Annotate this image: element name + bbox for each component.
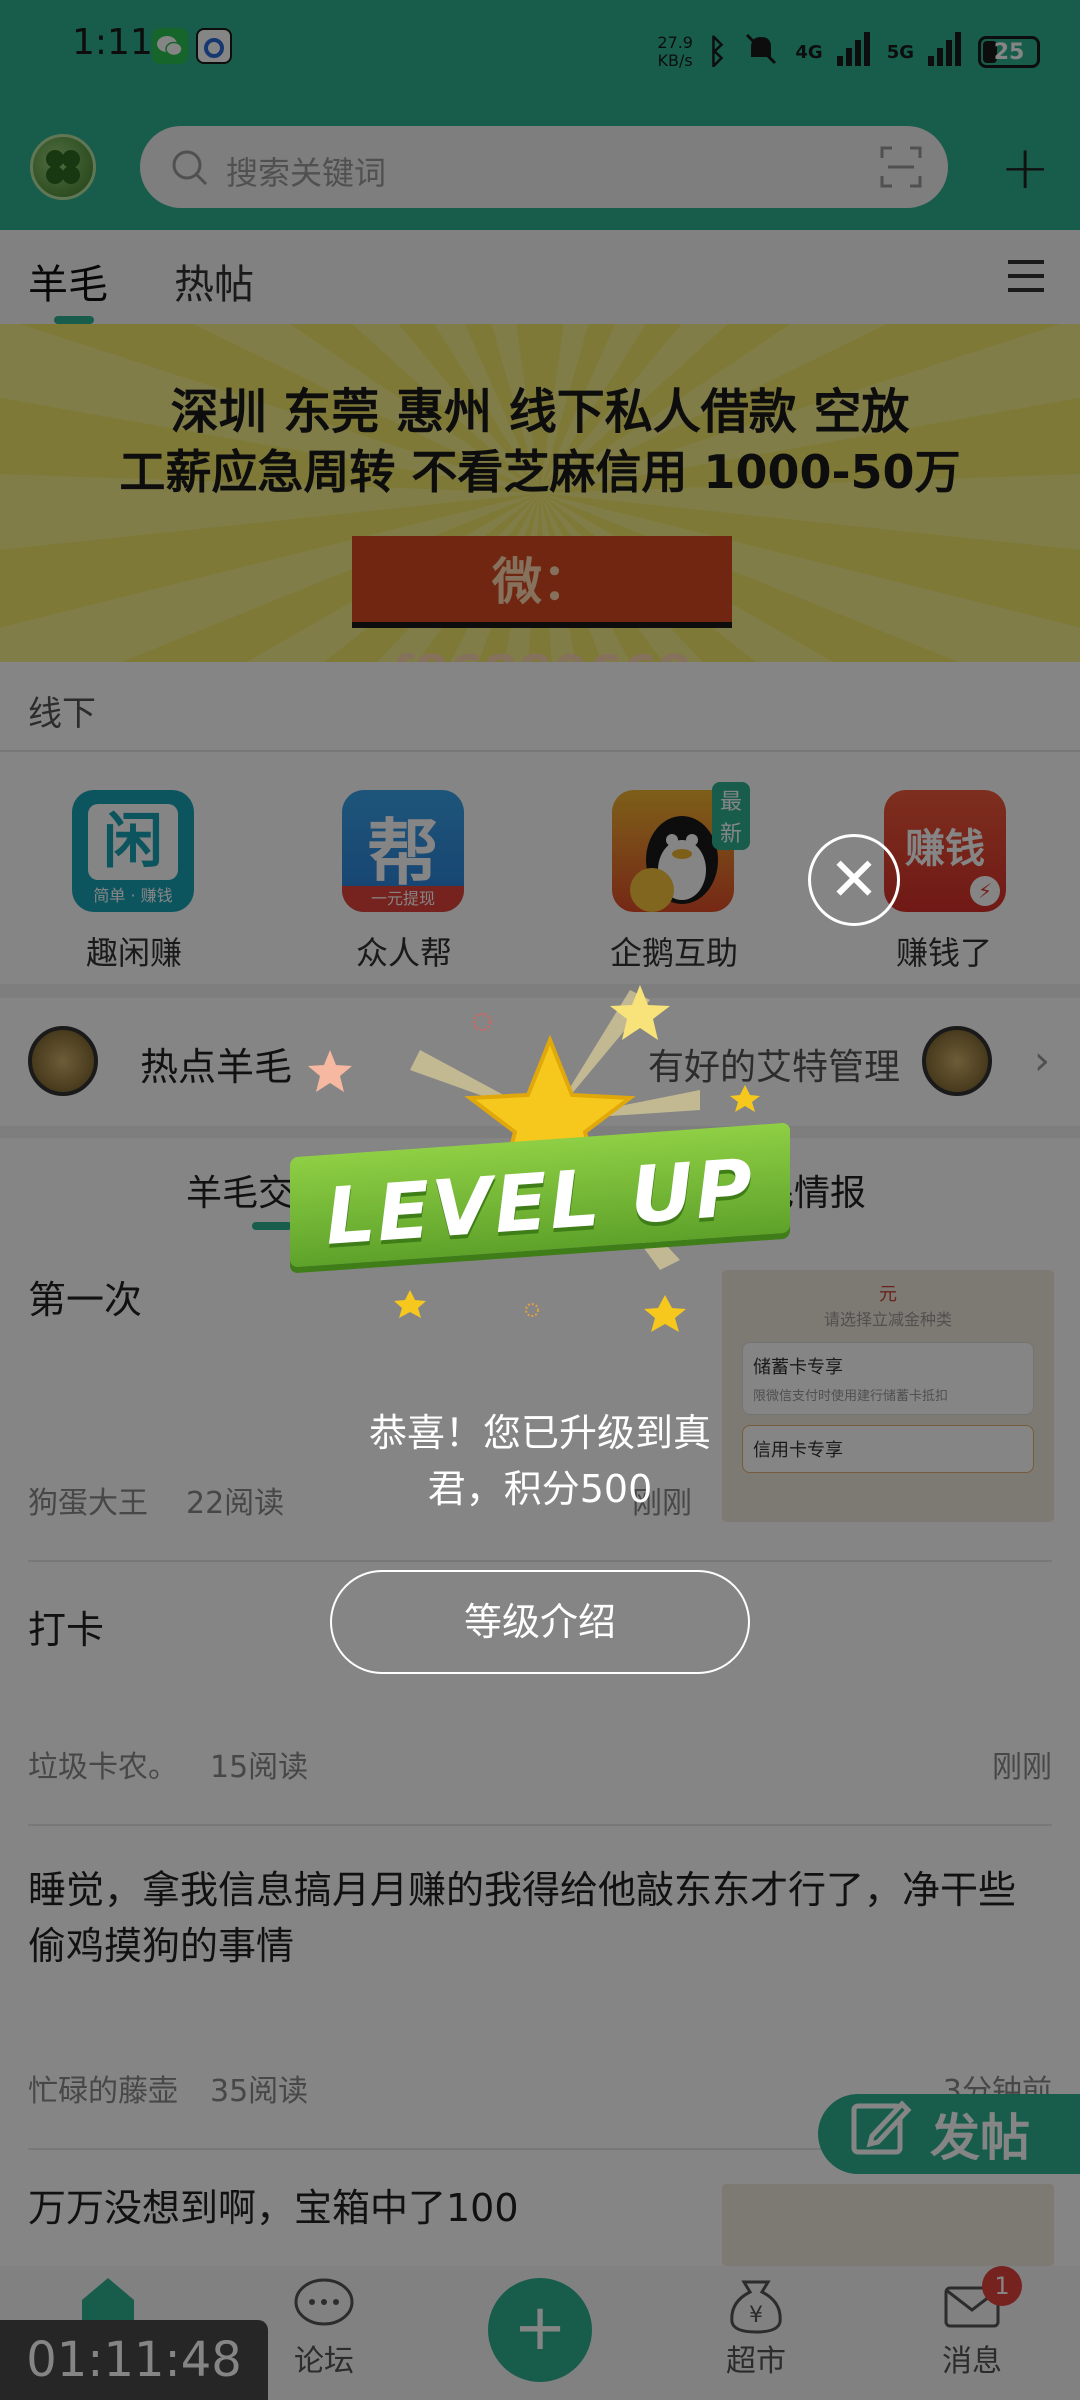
star-icon	[644, 1295, 686, 1332]
congrats-line-2: 君，积分500	[427, 1467, 653, 1511]
star-icon	[308, 1050, 352, 1092]
level-up-banner: LEVEL UP	[270, 1100, 810, 1300]
congrats-message: 恭喜！您已升级到真 君，积分500	[330, 1405, 750, 1517]
congrats-line-1: 恭喜！您已升级到真	[368, 1411, 711, 1455]
close-icon[interactable]: ✕	[808, 834, 900, 926]
level-intro-button[interactable]: 等级介绍	[330, 1570, 750, 1674]
